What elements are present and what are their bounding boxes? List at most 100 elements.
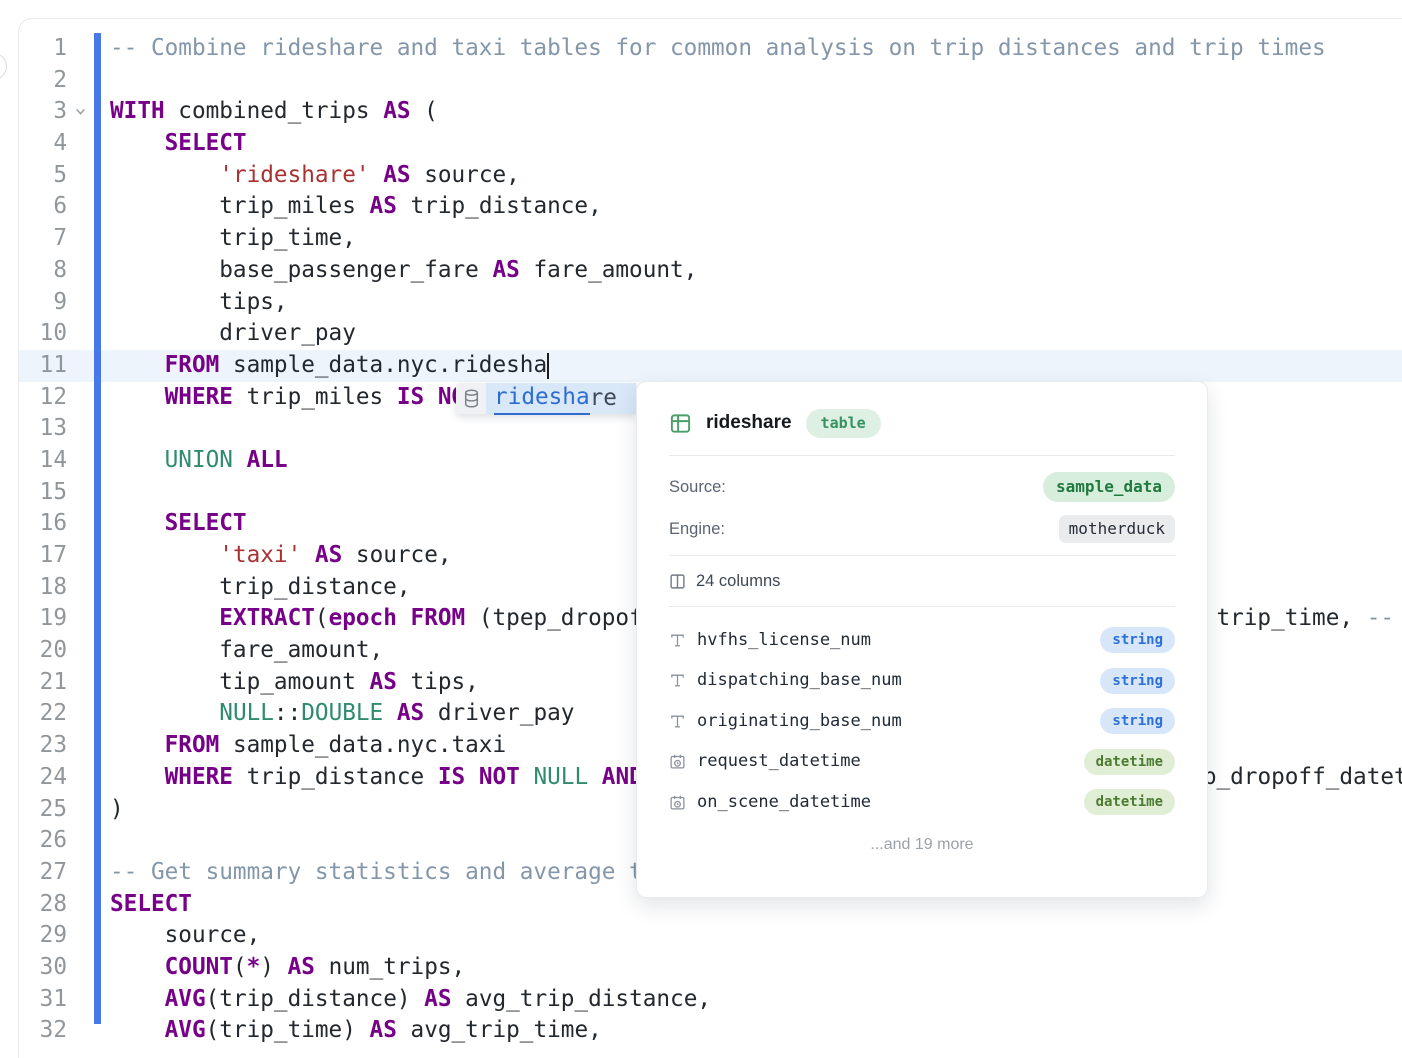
- code-text: FROM sample_data.nyc.ridesha: [94, 350, 547, 382]
- datetime-type-icon: [669, 753, 697, 770]
- line-number[interactable]: 28: [19, 889, 67, 921]
- line-number[interactable]: 5: [19, 160, 67, 192]
- line-number[interactable]: 32: [19, 1015, 67, 1047]
- line-number[interactable]: 18: [19, 572, 67, 604]
- code-text: trip_miles AS trip_distance,: [94, 191, 602, 223]
- code-text: -- Get summary statistics and average t: [94, 857, 643, 889]
- line-number[interactable]: 1: [19, 33, 67, 65]
- line-number[interactable]: 17: [19, 540, 67, 572]
- source-row: Source: sample_data: [669, 466, 1175, 508]
- line-number[interactable]: 13: [19, 413, 67, 445]
- code-text: tip_amount AS tips,: [94, 667, 479, 699]
- code-line[interactable]: 31 AVG(trip_distance) AS avg_trip_distan…: [19, 984, 1402, 1016]
- source-label: Source:: [669, 478, 726, 497]
- fold-gutter: [67, 762, 94, 794]
- line-number[interactable]: 2: [19, 65, 67, 97]
- code-text: SELECT: [94, 889, 192, 921]
- line-number[interactable]: 19: [19, 603, 67, 635]
- column-type-pill: string: [1100, 668, 1175, 694]
- column-row: hvfhs_license_num string: [669, 620, 1175, 661]
- code-line[interactable]: 32 AVG(trip_time) AS avg_trip_time,: [19, 1015, 1402, 1047]
- column-name: dispatching_base_num: [697, 672, 1100, 689]
- line-number[interactable]: 31: [19, 984, 67, 1016]
- line-number[interactable]: 20: [19, 635, 67, 667]
- column-name: originating_base_num: [697, 713, 1100, 730]
- line-number[interactable]: 14: [19, 445, 67, 477]
- line-number[interactable]: 24: [19, 762, 67, 794]
- column-name: on_scene_datetime: [697, 794, 1084, 811]
- code-line[interactable]: 4 SELECT: [19, 128, 1402, 160]
- column-type-pill: string: [1100, 627, 1175, 653]
- code-line[interactable]: 10 driver_pay: [19, 318, 1402, 350]
- text-cursor: [547, 353, 549, 379]
- engine-value-pill: motherduck: [1059, 515, 1175, 543]
- code-line[interactable]: 6 trip_miles AS trip_distance,: [19, 191, 1402, 223]
- fold-chevron-icon[interactable]: [67, 96, 94, 128]
- code-line[interactable]: 5 'rideshare' AS source,: [19, 160, 1402, 192]
- line-number[interactable]: 16: [19, 508, 67, 540]
- line-number[interactable]: 23: [19, 730, 67, 762]
- fold-gutter: [67, 508, 94, 540]
- line-number[interactable]: 27: [19, 857, 67, 889]
- string-type-icon: [669, 632, 697, 649]
- table-name: rideshare: [706, 412, 792, 434]
- fold-gutter: [67, 350, 94, 382]
- more-columns-text: ...and 19 more: [669, 836, 1175, 854]
- code-line[interactable]: 3 WITH combined_trips AS (: [19, 96, 1402, 128]
- autocomplete-matched-text: ridesha: [494, 382, 590, 415]
- code-line[interactable]: 30 COUNT(*) AS num_trips,: [19, 952, 1402, 984]
- column-row: originating_base_num string: [669, 701, 1175, 742]
- fold-gutter: [67, 635, 94, 667]
- string-type-icon: [669, 713, 697, 730]
- fold-gutter: [67, 65, 94, 97]
- line-number[interactable]: 25: [19, 794, 67, 826]
- fold-gutter: [67, 413, 94, 445]
- code-line[interactable]: 9 tips,: [19, 287, 1402, 319]
- line-number[interactable]: 3: [19, 96, 67, 128]
- line-number[interactable]: 11: [19, 350, 67, 382]
- column-row: on_scene_datetime datetime: [669, 782, 1175, 823]
- line-number[interactable]: 7: [19, 223, 67, 255]
- columns-icon: [669, 573, 686, 590]
- code-line[interactable]: 2: [19, 65, 1402, 97]
- fold-gutter: [67, 287, 94, 319]
- line-number[interactable]: 22: [19, 698, 67, 730]
- line-number[interactable]: 10: [19, 318, 67, 350]
- columns-count-text: 24 columns: [696, 572, 780, 591]
- code-line[interactable]: 7 trip_time,: [19, 223, 1402, 255]
- table-icon: [669, 412, 692, 435]
- line-number[interactable]: 12: [19, 382, 67, 414]
- string-type-icon: [669, 672, 697, 689]
- line-number[interactable]: 26: [19, 825, 67, 857]
- fold-gutter: [67, 698, 94, 730]
- code-text: WITH combined_trips AS (: [94, 96, 438, 128]
- line-number[interactable]: 4: [19, 128, 67, 160]
- engine-row: Engine: motherduck: [669, 508, 1175, 550]
- collapsed-panel-button[interactable]: [0, 53, 7, 80]
- line-number[interactable]: 15: [19, 477, 67, 509]
- divider: [669, 455, 1175, 456]
- code-line[interactable]: 8 base_passenger_fare AS fare_amount,: [19, 255, 1402, 287]
- code-line[interactable]: 11 FROM sample_data.nyc.ridesha: [19, 350, 1402, 382]
- fold-gutter: [67, 794, 94, 826]
- table-info-popover: rideshare table Source: sample_data Engi…: [636, 381, 1208, 898]
- fold-gutter: [67, 984, 94, 1016]
- fold-gutter: [67, 603, 94, 635]
- line-number[interactable]: 29: [19, 920, 67, 952]
- line-number[interactable]: 21: [19, 667, 67, 699]
- line-number[interactable]: 8: [19, 255, 67, 287]
- fold-gutter: [67, 445, 94, 477]
- line-number[interactable]: 9: [19, 287, 67, 319]
- code-text: base_passenger_fare AS fare_amount,: [94, 255, 697, 287]
- code-text: SELECT: [94, 128, 247, 160]
- line-number[interactable]: 6: [19, 191, 67, 223]
- code-line[interactable]: 29 source,: [19, 920, 1402, 952]
- code-line[interactable]: 1-- Combine rideshare and taxi tables fo…: [19, 33, 1402, 65]
- line-number[interactable]: 30: [19, 952, 67, 984]
- column-list: hvfhs_license_num string dispatching_bas…: [669, 607, 1175, 823]
- autocomplete-item-rideshare[interactable]: rideshare: [486, 383, 636, 414]
- code-text: AVG(trip_time) AS avg_trip_time,: [94, 1015, 602, 1047]
- autocomplete-dropdown[interactable]: rideshare: [456, 383, 636, 414]
- table-type-badge: table: [806, 409, 881, 438]
- code-text: trip_distance,: [94, 572, 411, 604]
